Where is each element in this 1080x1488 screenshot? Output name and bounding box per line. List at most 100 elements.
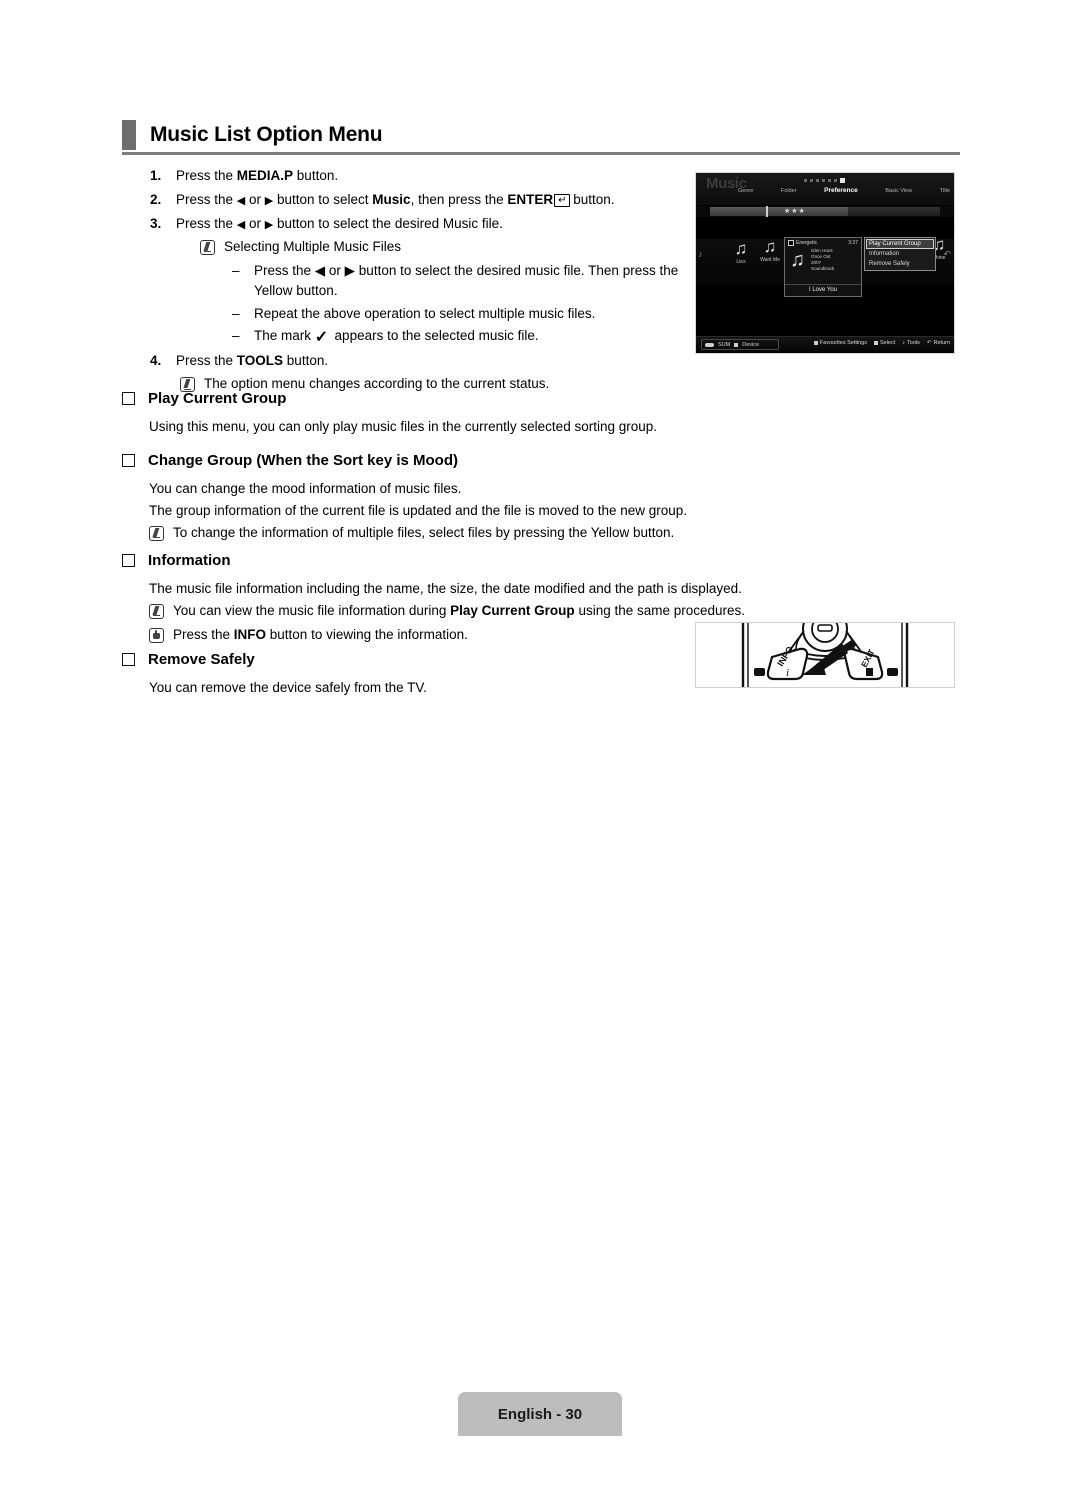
step-1-text: Press the MEDIA.P button. (176, 166, 690, 187)
section-heading: Information (148, 552, 231, 569)
step-2-mid2: , then press the (410, 191, 508, 207)
tv-nav-genre[interactable]: Genre (738, 188, 753, 194)
tv-footer-left-group: SUM Device (701, 339, 779, 350)
tv-rating-stars: ★★★ (784, 208, 806, 215)
square-bullet-icon (122, 554, 135, 567)
step-1-bold: MEDIA.P (236, 168, 294, 183)
enter-button-icon (873, 341, 878, 345)
tv-footer-select[interactable]: Select (873, 340, 895, 346)
green-button-icon (813, 341, 818, 345)
dash-mark: – (232, 327, 240, 343)
usb-icon (705, 342, 714, 347)
step-1-number: 1. (150, 168, 162, 183)
section-play-current-group: Play Current Group Using this menu, you … (122, 390, 842, 438)
dash-item-3-text: The mark ✓ appears to the selected music… (254, 326, 539, 346)
section-heading-row: Change Group (When the Sort key is Mood) (122, 452, 842, 469)
step-4-number: 4. (150, 353, 162, 369)
step-2-or: or (245, 191, 265, 207)
step-3-note-text: Selecting Multiple Music Files (224, 238, 402, 254)
tv-menu-item-play-current-group[interactable]: Play Current Group (866, 239, 934, 249)
tv-footer-device-label[interactable]: Device (742, 342, 759, 348)
dash-item-1: – Press the ◀ or ▶ button to select the … (232, 261, 690, 302)
tv-footer-sum-label: SUM (718, 341, 731, 348)
music-note-icon: ♫ (763, 237, 777, 256)
hand-icon-wrap (149, 625, 164, 648)
device-icon (734, 342, 739, 347)
dash-item-3-post: appears to the selected music file. (334, 327, 539, 343)
note-post: button to viewing the information. (266, 626, 468, 642)
steps-list: 1. Press the MEDIA.P button. 2. Press th… (150, 166, 690, 399)
section-note: You can view the music file information … (149, 601, 842, 624)
right-arrow-icon: ▶ (264, 218, 274, 231)
tv-nav-preference[interactable]: Preference (824, 187, 858, 194)
tv-footer-return[interactable]: ↶ Return (927, 340, 950, 346)
right-indicator-icon (887, 668, 898, 676)
section-line: Using this menu, you can only play music… (149, 419, 657, 434)
tv-scrollbar[interactable]: ★★★ (696, 206, 954, 217)
dash-item-3-pre: The mark (254, 327, 312, 343)
tv-option-menu: Play Current Group Information Remove Sa… (864, 237, 936, 271)
dash-mark: – (232, 263, 240, 279)
step-3: 3. Press the ◀ or ▶ button to select the… (150, 214, 690, 348)
section-note-text: Press the INFO button to viewing the inf… (173, 625, 468, 646)
dash-mark: – (232, 305, 240, 321)
section-line: The group information of the current fil… (149, 502, 688, 518)
tv-now-playing-card: Energetic 3:37 ♫ Glen Hans Once Ost 2007… (784, 237, 862, 297)
tv-dot (822, 179, 825, 182)
dash-item-2-text: Repeat the above operation to select mul… (254, 305, 596, 321)
page-title-row: Music List Option Menu (122, 118, 960, 152)
tv-footer-favourites[interactable]: Favourites Settings (813, 340, 867, 346)
note-icon-wrap (149, 601, 164, 624)
tv-nav-folder[interactable]: Folder (781, 188, 797, 194)
step-1-pre: Press the (176, 168, 237, 183)
title-marker-square (122, 120, 136, 150)
tv-nav-tabs: Genre Folder Preference Basic View Title (738, 187, 950, 194)
step-4-bold: TOOLS (236, 353, 284, 369)
tv-nav-title[interactable]: Title (940, 188, 950, 194)
dash-item-3: – The mark ✓ appears to the selected mus… (232, 326, 690, 346)
note-pre: Press the (173, 626, 234, 642)
tv-menu-item-remove-safely[interactable]: Remove Safely (866, 259, 934, 269)
page-footer: English - 30 (458, 1392, 622, 1436)
section-heading-row: Information (122, 552, 842, 569)
section-change-group: Change Group (When the Sort key is Mood)… (122, 452, 842, 546)
step-2-pre: Press the (176, 191, 237, 207)
tv-track-want-me[interactable]: ♫ Want Me (753, 237, 787, 263)
remote-control-svg: INFO i EXIT (696, 623, 954, 687)
tv-card-mood: Energetic (788, 240, 817, 246)
page-title: Music List Option Menu (150, 123, 383, 146)
note-post: using the same procedures. (574, 602, 746, 618)
step-2-number: 2. (150, 191, 162, 207)
step-4-pre: Press the (176, 353, 237, 369)
step-3-pre: Press the (176, 215, 237, 231)
note-icon (149, 525, 164, 541)
section-heading-row: Play Current Group (122, 390, 842, 407)
tv-card-top: Energetic 3:37 (785, 238, 861, 246)
tv-footer-tools-label: Tools (907, 340, 920, 346)
tv-scrollbar-knob[interactable] (766, 206, 768, 217)
tv-nav-basic-view[interactable]: Basic View (885, 188, 912, 194)
tv-footer-favourites-label: Favourites Settings (819, 340, 867, 346)
note-icon-wrap (149, 523, 164, 546)
checkbox-icon[interactable] (788, 240, 794, 246)
step-2-post: button. (569, 191, 615, 207)
tv-menu-item-information[interactable]: Information (866, 249, 934, 259)
tv-scrollbar-segment (848, 207, 940, 216)
tv-next-arrow-icon[interactable]: ↶ (943, 249, 951, 260)
step-2-text: Press the ◀ or ▶ button to select Music,… (176, 190, 690, 211)
tv-dot (828, 179, 831, 182)
tv-footer-tools[interactable]: ♪ Tools (902, 340, 920, 346)
left-indicator-icon (754, 668, 765, 676)
title-divider (122, 152, 960, 155)
remote-control-diagram: INFO i EXIT (695, 622, 955, 688)
section-line: The music file information including the… (149, 581, 742, 596)
tv-dot (810, 179, 813, 182)
left-arrow-icon: ◀ (236, 194, 246, 207)
tv-prev-arrow-icon[interactable]: ♪ (698, 249, 703, 259)
enter-key-icon: ↵ (554, 193, 570, 207)
step-2-mid: button to select (273, 191, 373, 207)
step-2-music-bold: Music (372, 191, 411, 207)
tv-dot (834, 179, 837, 182)
tv-card-mood-label: Energetic (796, 240, 818, 246)
tv-footer-bar: SUM Device Favourites Settings Select ♪ T… (696, 336, 954, 353)
